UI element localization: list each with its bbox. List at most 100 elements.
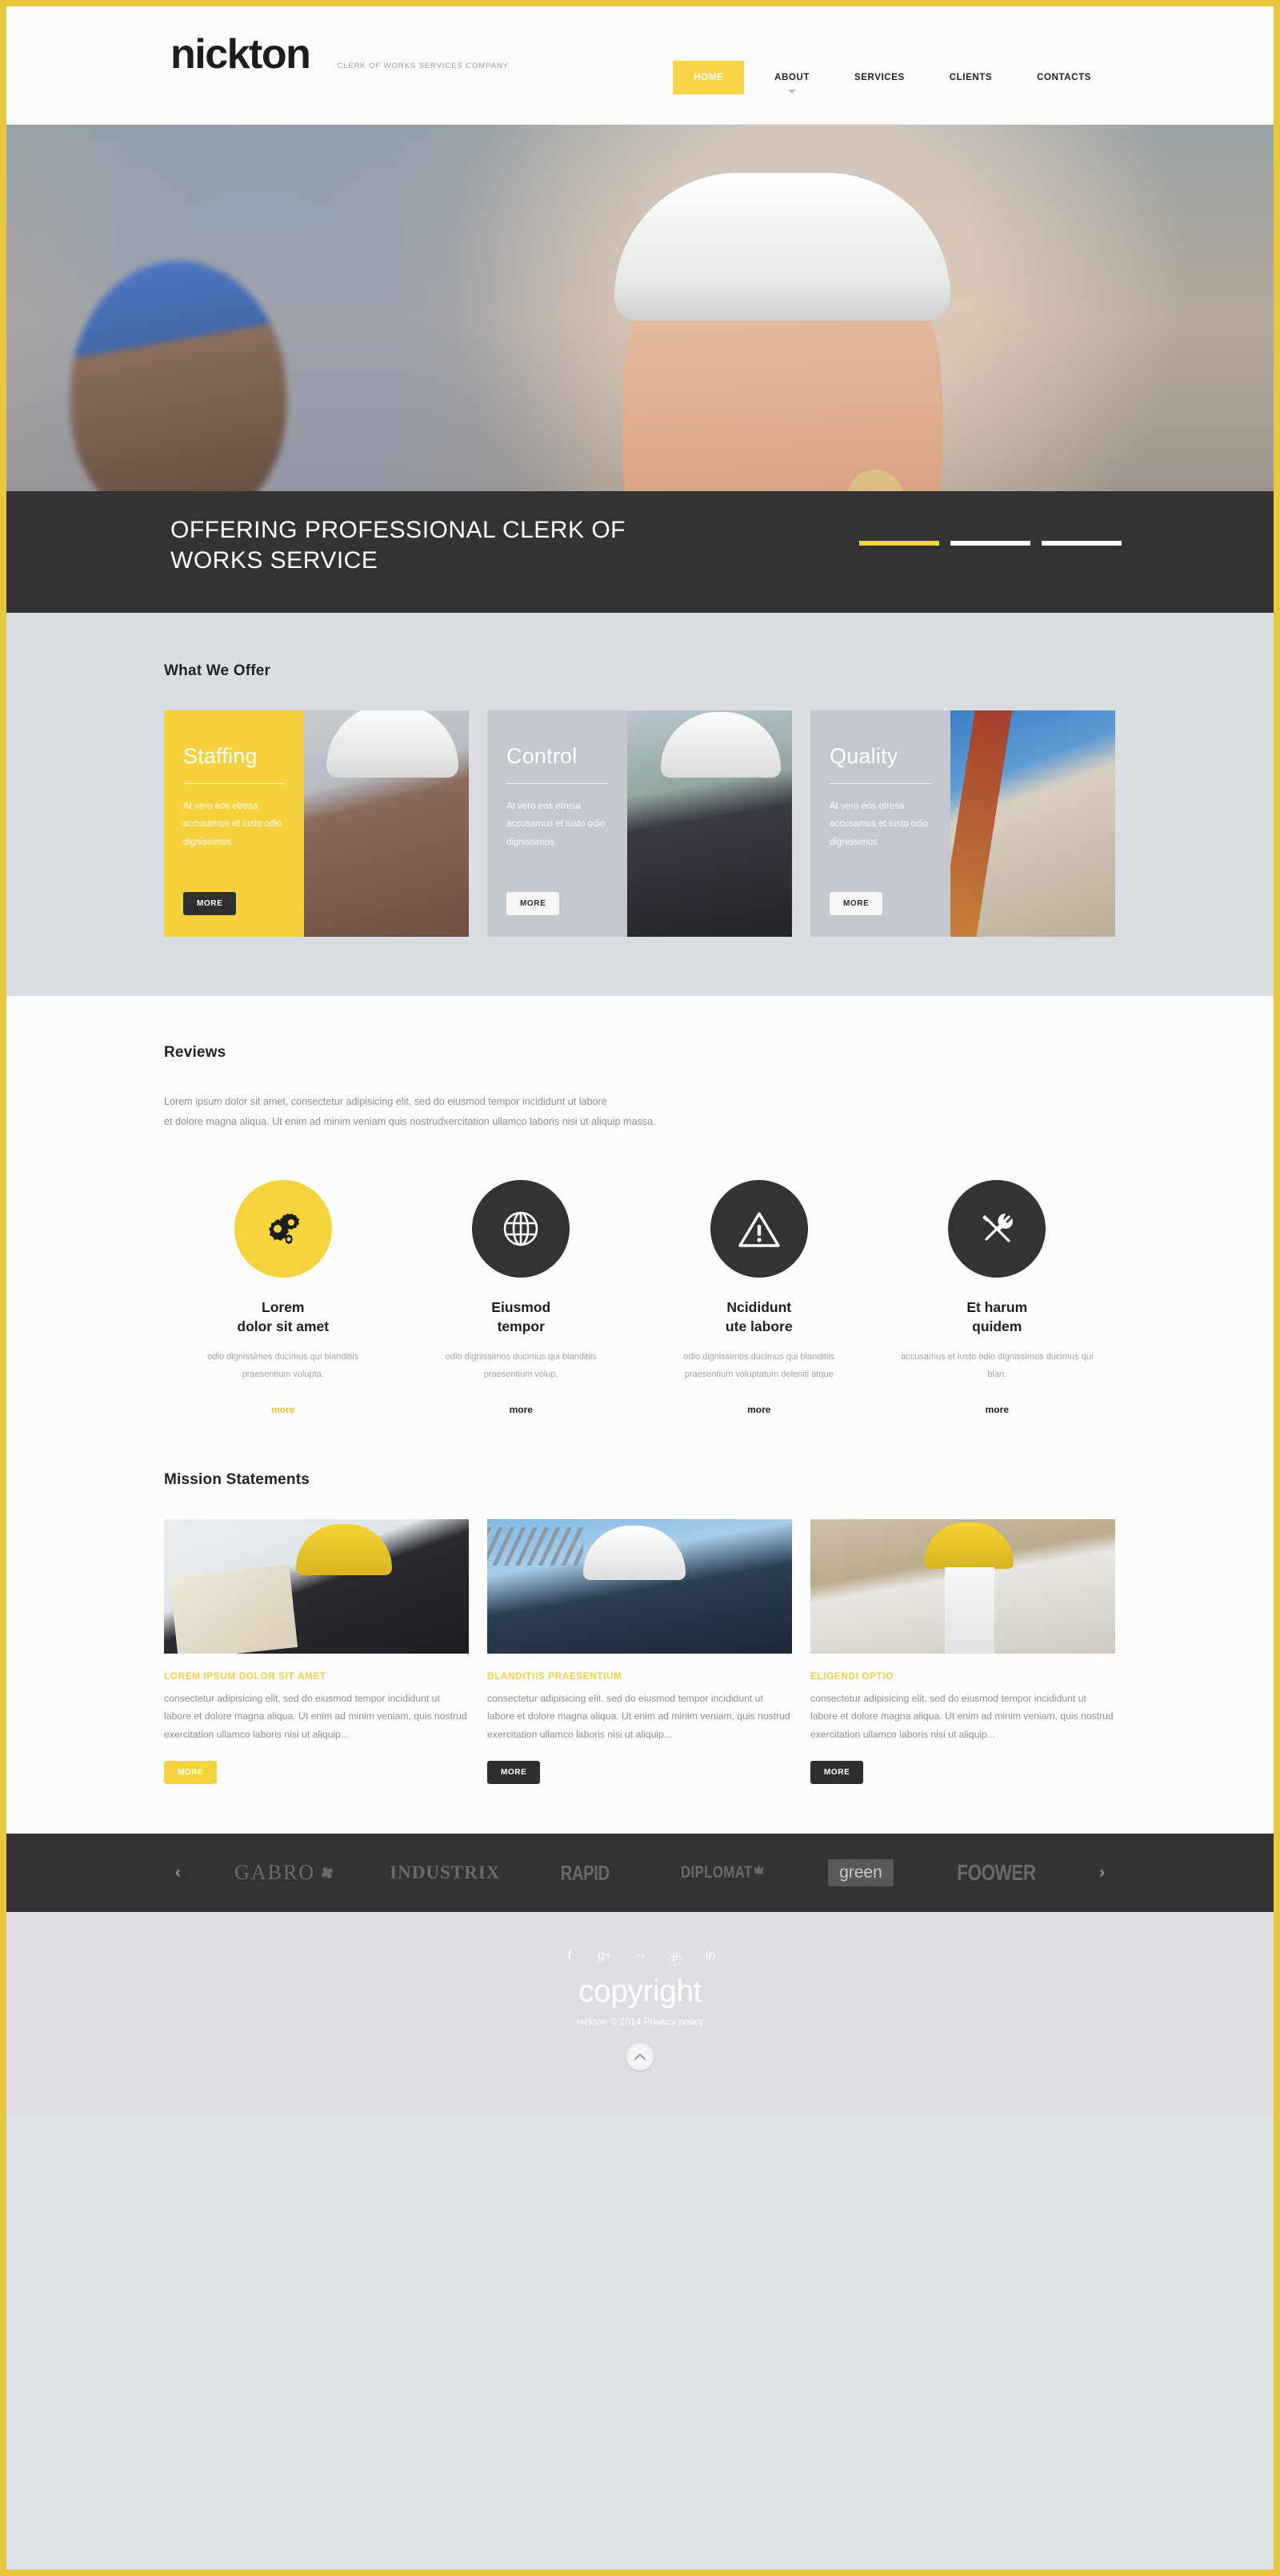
mission-card-list: LOREM IPSUM DOLOR SIT AMET consectetur a… [164,1518,1116,1785]
offer-card-text: At vero eos etresa accusamus et iusto od… [183,802,282,847]
nav-item-contacts[interactable]: CONTACTS [1014,73,1114,82]
mission-card[interactable]: ELIGENDI OPTIO consectetur adipisicing e… [810,1518,1115,1785]
divider [183,783,286,784]
mission-more-button[interactable]: MORE [810,1761,864,1785]
review-title: Et harum quidem [878,1298,1117,1336]
logo-wordmark: nickton [170,31,311,78]
mission-card-heading: ELIGENDI OPTIO [810,1670,894,1682]
hero-pagination-bar-3[interactable] [1042,541,1122,546]
partner-logo-green[interactable]: green [828,1859,894,1887]
hero-pagination-bar-1[interactable] [859,541,939,546]
offer-card-title: Quality [830,744,898,768]
site-logo[interactable]: nickton CLERK OF WORKS SERVICES COMPANY [170,31,509,78]
review-item[interactable]: Lorem dolor sit amet odio dignissimos du… [164,1180,402,1415]
offer-more-button[interactable]: MORE [183,892,237,915]
reviews-lead-line-2: et dolore magna aliqua. Ut enim ad minim… [164,1116,656,1128]
section-title-mission: Mission Statements [164,1470,310,1488]
facebook-icon[interactable]: f [561,1949,578,1968]
mission-card-text: consectetur adipisicing elit, sed do eiu… [487,1692,790,1740]
review-more-link[interactable]: more [640,1404,878,1415]
offer-card-text: At vero eos etresa accusamus et iusto od… [830,802,929,847]
nav-item-home[interactable]: HOME [673,61,745,94]
partner-logo-label: DIPLOMAT [680,1863,753,1882]
footer-year: © 2014 [610,2018,642,2028]
section-title-offer: What We Offer [164,662,271,679]
page-root: nickton CLERK OF WORKS SERVICES COMPANY … [0,0,1280,2576]
review-title-line-2: quidem [972,1318,1022,1334]
review-item[interactable]: Ncididunt ute labore odio dignissimos du… [640,1180,878,1415]
offer-card-quality[interactable]: Quality At vero eos etresa accusamus et … [810,710,1115,937]
offer-card-image [950,710,1115,937]
footer-copyright-heading: copyright [578,1974,702,2010]
review-item[interactable]: Et harum quidem accusamus et iusto odio … [878,1180,1117,1415]
partner-logo-label: GABRO [234,1861,316,1885]
back-to-top-button[interactable] [626,2043,654,2071]
hero-caption: OFFERING PROFESSIONAL CLERK OF WORKS SER… [170,517,626,574]
mission-card[interactable]: LOREM IPSUM DOLOR SIT AMET consectetur a… [164,1518,469,1785]
divider [506,783,609,784]
partner-logo-row: ‹ GABRO INDUSTRIX RAPID DIPLOMAT green F… [164,1859,1116,1887]
rss-icon[interactable]: ⤳ [631,1949,649,1968]
review-text: odio dignissimos ducimus qui blanditiis … [683,1351,835,1379]
review-icon-circle [234,1180,332,1278]
google-plus-icon[interactable]: g+ [596,1949,614,1968]
review-text: accusamus et iusto odio dignissimos duci… [901,1351,1094,1379]
reviews-lead: Lorem ipsum dolor sit amet, consectetur … [164,1092,1116,1132]
hero-pagination-bar-2[interactable] [950,541,1030,546]
partner-logo-diplomat[interactable]: DIPLOMAT [681,1863,764,1882]
hero-caption-bar: OFFERING PROFESSIONAL CLERK OF WORKS SER… [6,491,1274,613]
what-we-offer-section: What We Offer Staffing At vero eos etres… [6,613,1274,996]
linkedin-icon[interactable]: in [702,1949,719,1968]
privacy-policy-link[interactable]: Privacy policy [644,2018,704,2027]
carousel-next-icon[interactable]: › [1099,1863,1105,1882]
offer-card-image [627,710,792,937]
nav-label: CONTACTS [1037,73,1091,82]
hero-white-helmet [614,173,950,321]
partner-logo-rapid[interactable]: RAPID [561,1861,610,1886]
nav-item-about[interactable]: ABOUT [752,73,832,94]
offer-more-button[interactable]: MORE [830,892,883,915]
nav-label: CLIENTS [949,73,993,82]
review-more-link[interactable]: more [164,1404,402,1415]
offer-card-control[interactable]: Control At vero eos etresa accusamus et … [487,710,792,937]
mission-card[interactable]: BLANDITIIS PRAESENTIUM consectetur adipi… [487,1518,792,1785]
hero-slider[interactable]: OFFERING PROFESSIONAL CLERK OF WORKS SER… [6,125,1274,613]
review-more-link[interactable]: more [402,1404,641,1415]
partner-logo-foower[interactable]: FOOWER [957,1860,1036,1886]
partner-logo-industrix[interactable]: INDUSTRIX [390,1862,500,1883]
review-more-link[interactable]: more [878,1404,1117,1415]
divider [830,783,932,784]
pinterest-icon[interactable]: Ⓟ [666,1949,684,1968]
mission-more-button[interactable]: MORE [487,1761,541,1785]
offer-card-title: Control [506,744,578,768]
mission-more-button[interactable]: MORE [164,1761,218,1785]
tools-icon [982,1214,1014,1242]
review-item[interactable]: Eiusmod tempor odio dignissimos ducimus … [402,1180,641,1415]
offer-card-content: Control At vero eos etresa accusamus et … [487,710,627,937]
partner-logo-gabro[interactable]: GABRO [234,1861,336,1885]
offer-card-image [304,710,469,937]
nav-label: ABOUT [774,73,810,82]
mission-card-image [487,1518,792,1654]
carousel-prev-icon[interactable]: ‹ [175,1863,181,1882]
pinwheel-icon [322,1867,334,1879]
mission-statements-section: Mission Statements LOREM IPSUM DOLOR SIT… [6,1414,1274,1834]
hero-pagination [859,541,1122,546]
main-nav: HOME ABOUT SERVICES CLIENTS CONTACTS [673,61,1114,94]
review-title-line-1: Lorem [262,1299,305,1316]
offer-more-button[interactable]: MORE [506,892,560,915]
review-text: odio dignissimos ducimus qui blanditiis … [207,1351,359,1379]
review-title-line-1: Et harum [966,1299,1028,1316]
offer-card-staffing[interactable]: Staffing At vero eos etresa accusamus et… [164,710,469,937]
review-title: Eiusmod tempor [402,1298,641,1336]
offer-card-list: Staffing At vero eos etresa accusamus et… [164,710,1116,937]
review-title-line-2: ute labore [725,1318,793,1334]
offer-card-title: Staffing [183,744,258,768]
nav-item-clients[interactable]: CLIENTS [927,73,1014,82]
logo-tagline: CLERK OF WORKS SERVICES COMPANY [337,62,509,71]
review-title-line-1: Ncididunt [726,1299,792,1316]
nav-item-services[interactable]: SERVICES [832,73,927,82]
globe-icon [503,1212,538,1246]
review-title-line-2: tempor [497,1318,545,1334]
review-text: odio dignissimos ducimus qui blanditiis … [445,1351,597,1379]
